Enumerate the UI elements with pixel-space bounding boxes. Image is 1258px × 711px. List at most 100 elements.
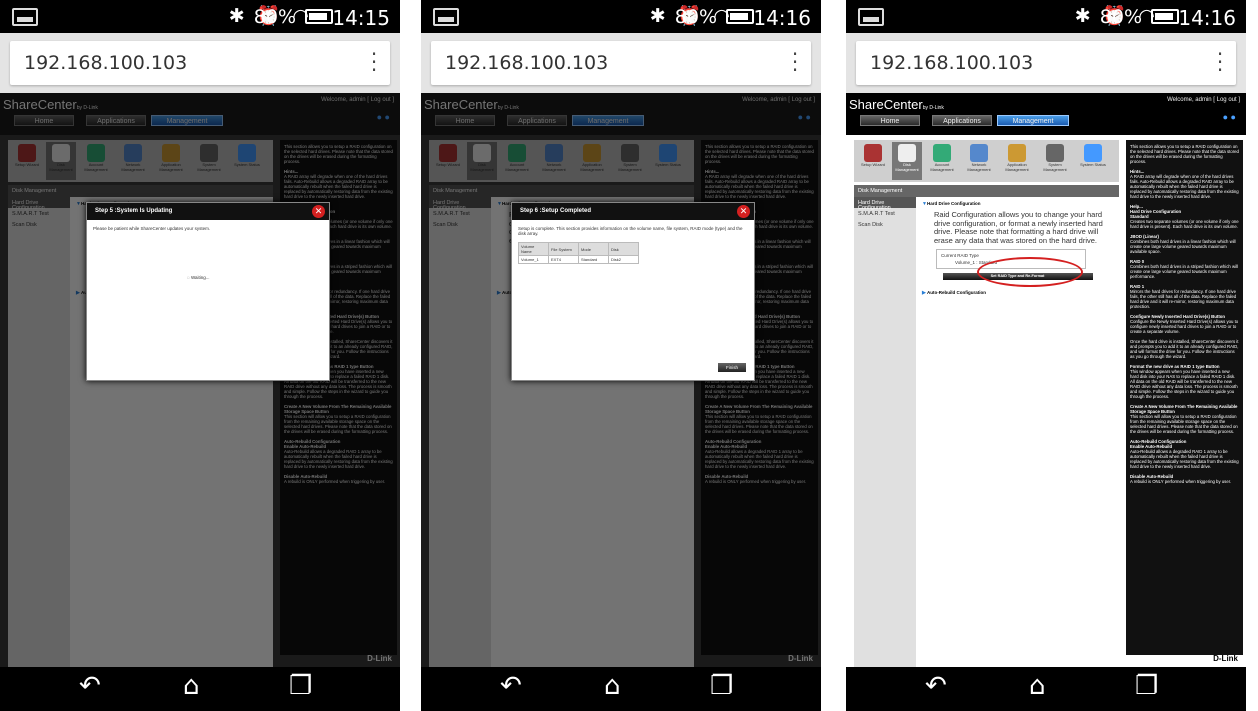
- tab-home[interactable]: Home: [860, 115, 920, 126]
- tab-applications[interactable]: Applications: [932, 115, 992, 126]
- red-highlight-oval: [977, 257, 1083, 287]
- main-panel: ▼Hard Drive Configuration Raid Configura…: [916, 197, 1119, 667]
- android-nav-bar: ↶ ⌂ ❐: [421, 667, 821, 711]
- dlink-footer-logo: D-Link: [1213, 654, 1238, 663]
- help-enable: Auto-Rebuild allows a degraded RAID 1 ar…: [1130, 449, 1239, 469]
- description: Raid Configuration allows you to change …: [934, 210, 1103, 245]
- help-disable: A rebuild is ONLY performed when trigger…: [1130, 479, 1232, 484]
- help-configure: Configure the Newly Inserted Hard Drive(…: [1130, 319, 1239, 334]
- table-cell: Volume_1: [518, 255, 549, 264]
- status-bar: ✱ ⏰ ◠ 80% 14:16: [421, 0, 821, 33]
- network-management-icon[interactable]: Network Management: [964, 142, 994, 180]
- header-icons[interactable]: ● ●: [1223, 112, 1236, 122]
- column-header: Disk: [608, 242, 639, 256]
- volume-table: Volume Name File System Mode Disk Volume_1 E…: [518, 242, 639, 264]
- help-create: This section will allow you to setup a R…: [1130, 414, 1238, 434]
- help-panel: This section allows you to setup a RAID …: [1126, 140, 1243, 655]
- dialog-title: Step 6 :Setup Completed: [512, 203, 754, 220]
- status-bar: ✱ ⏰ ◠ 80% 14:16: [846, 0, 1246, 33]
- expand-icon[interactable]: ▶: [922, 290, 926, 296]
- overflow-menu-icon[interactable]: · · ·: [1216, 44, 1224, 80]
- waiting-text: Waiting...: [190, 275, 210, 280]
- table-cell: Disk2: [608, 255, 639, 264]
- column-header: Mode: [578, 242, 609, 256]
- address-bar[interactable]: 192.168.100.103 · · ·: [10, 41, 390, 85]
- home-icon[interactable]: ⌂: [183, 671, 200, 701]
- application-management-icon[interactable]: Application Management: [1002, 142, 1032, 180]
- help-format: This window appears when you have insert…: [1130, 369, 1238, 399]
- address-bar[interactable]: 192.168.100.103 · · ·: [856, 41, 1236, 85]
- dialog-text: Please be patient while ShareCenter upda…: [93, 226, 211, 231]
- disk-management-icon[interactable]: Disk Management: [892, 142, 922, 180]
- browser-toolbar: 192.168.100.103 · · ·: [421, 33, 821, 93]
- web-page: ShareCenterby D-Link Welcome, admin [ Lo…: [846, 93, 1246, 667]
- app-header: ShareCenterby D-Link Welcome, admin [ Lo…: [846, 93, 1246, 135]
- url-text[interactable]: 192.168.100.103: [870, 52, 1033, 74]
- phone-screen-3: ✱ ⏰ ◠ 80% 14:16 192.168.100.103 · · · Shar…: [846, 0, 1246, 711]
- browser-toolbar: 192.168.100.103 · · ·: [846, 33, 1246, 93]
- sidebar-item-hard-drive-configuration[interactable]: Hard Drive Configuration: [854, 197, 916, 211]
- recents-icon[interactable]: ❐: [1135, 671, 1158, 701]
- dialog-title: Step 5 :System Is Updating: [87, 203, 329, 220]
- setup-wizard-icon[interactable]: Setup Wizard: [858, 142, 888, 180]
- recents-icon[interactable]: ❐: [289, 671, 312, 701]
- account-management-icon[interactable]: Account Management: [927, 142, 957, 180]
- help-raid1: Mirrors the hard drives for redundancy. …: [1130, 289, 1237, 309]
- main-section-title[interactable]: Hard Drive Configuration: [927, 201, 981, 206]
- battery-icon: [1151, 9, 1179, 24]
- address-bar[interactable]: 192.168.100.103 · · ·: [431, 41, 811, 85]
- dialog-text: Setup is complete. This section provides…: [518, 226, 743, 236]
- help-once: Once the hard drive is installed, ShareC…: [1130, 339, 1239, 359]
- web-page: ShareCenterby D-Link Welcome, admin [ Lo…: [421, 93, 821, 667]
- system-management-icon[interactable]: System Management: [1040, 142, 1070, 180]
- phone-screen-2: ✱ ⏰ ◠ 80% 14:16 192.168.100.103 ··· Shar…: [421, 0, 821, 711]
- table-cell: Standard: [578, 255, 609, 264]
- close-icon[interactable]: ✕: [737, 205, 750, 218]
- back-icon[interactable]: ↶: [925, 671, 947, 701]
- recents-icon[interactable]: ❐: [710, 671, 733, 701]
- close-icon[interactable]: ✕: [312, 205, 325, 218]
- welcome-text[interactable]: Welcome, admin [ Log out ]: [1167, 97, 1240, 103]
- management-icon-bar: Setup Wizard Disk Management Account Man…: [854, 140, 1119, 182]
- gallery-notification-icon: [858, 8, 884, 26]
- phone-screen-1: ✱ ⏰ ◠ 80% 14:15 192.168.100.103 ··· Shar…: [0, 0, 400, 711]
- auto-rebuild-title[interactable]: Auto-Rebuild Configuration: [927, 290, 986, 295]
- updating-dialog: Step 5 :System Is Updating ✕ Please be p…: [86, 202, 330, 381]
- table-header-row: Volume Name File System Mode Disk: [518, 242, 639, 256]
- tab-management[interactable]: Management: [997, 115, 1069, 126]
- battery-percent: 80%: [674, 6, 717, 28]
- help-standard: Creates two separate volumes (or one vol…: [1130, 219, 1239, 229]
- column-header: File System: [548, 242, 579, 256]
- help-jbod: Combines both hard drives in a linear fa…: [1130, 239, 1236, 254]
- battery-icon: [726, 9, 754, 24]
- table-cell: EXT4: [548, 255, 579, 264]
- clock: 14:15: [332, 6, 390, 30]
- web-page: ShareCenterby D-Link Welcome, admin [ Lo…: [0, 93, 400, 667]
- finish-button[interactable]: Finish: [718, 363, 746, 372]
- back-icon[interactable]: ↶: [79, 671, 101, 701]
- status-bar: ✱ ⏰ ◠ 80% 14:15: [0, 0, 400, 33]
- section-header: Disk Management: [854, 185, 1119, 197]
- home-icon[interactable]: ⌂: [1029, 671, 1046, 701]
- android-nav-bar: ↶ ⌂ ❐: [0, 667, 400, 711]
- help-raid0: Combines both hard drives in a striped f…: [1130, 264, 1238, 279]
- android-nav-bar: ↶ ⌂ ❐: [846, 667, 1246, 711]
- system-status-icon[interactable]: System Status: [1078, 142, 1108, 180]
- home-icon[interactable]: ⌂: [604, 671, 621, 701]
- browser-toolbar: 192.168.100.103 · · ·: [0, 33, 400, 93]
- help-hint-text: A RAID array will degrade when one of th…: [1130, 174, 1239, 199]
- url-text[interactable]: 192.168.100.103: [24, 52, 187, 74]
- gallery-notification-icon: [12, 8, 38, 26]
- setup-completed-dialog: Step 6 :Setup Completed ✕ Setup is compl…: [511, 202, 755, 381]
- sidebar: Hard Drive Configuration S.M.A.R.T Test …: [854, 197, 916, 667]
- logo: ShareCenterby D-Link: [849, 97, 944, 112]
- dialog-body: Setup is complete. This section provides…: [512, 220, 754, 270]
- overflow-menu-icon[interactable]: · · ·: [370, 44, 378, 80]
- back-icon[interactable]: ↶: [500, 671, 522, 701]
- gallery-notification-icon: [433, 8, 459, 26]
- battery-percent: 80%: [1099, 6, 1142, 28]
- clock: 14:16: [1178, 6, 1236, 30]
- url-text[interactable]: 192.168.100.103: [445, 52, 608, 74]
- sidebar-item-scan-disk[interactable]: Scan Disk: [854, 219, 916, 230]
- overflow-menu-icon[interactable]: · · ·: [791, 44, 799, 80]
